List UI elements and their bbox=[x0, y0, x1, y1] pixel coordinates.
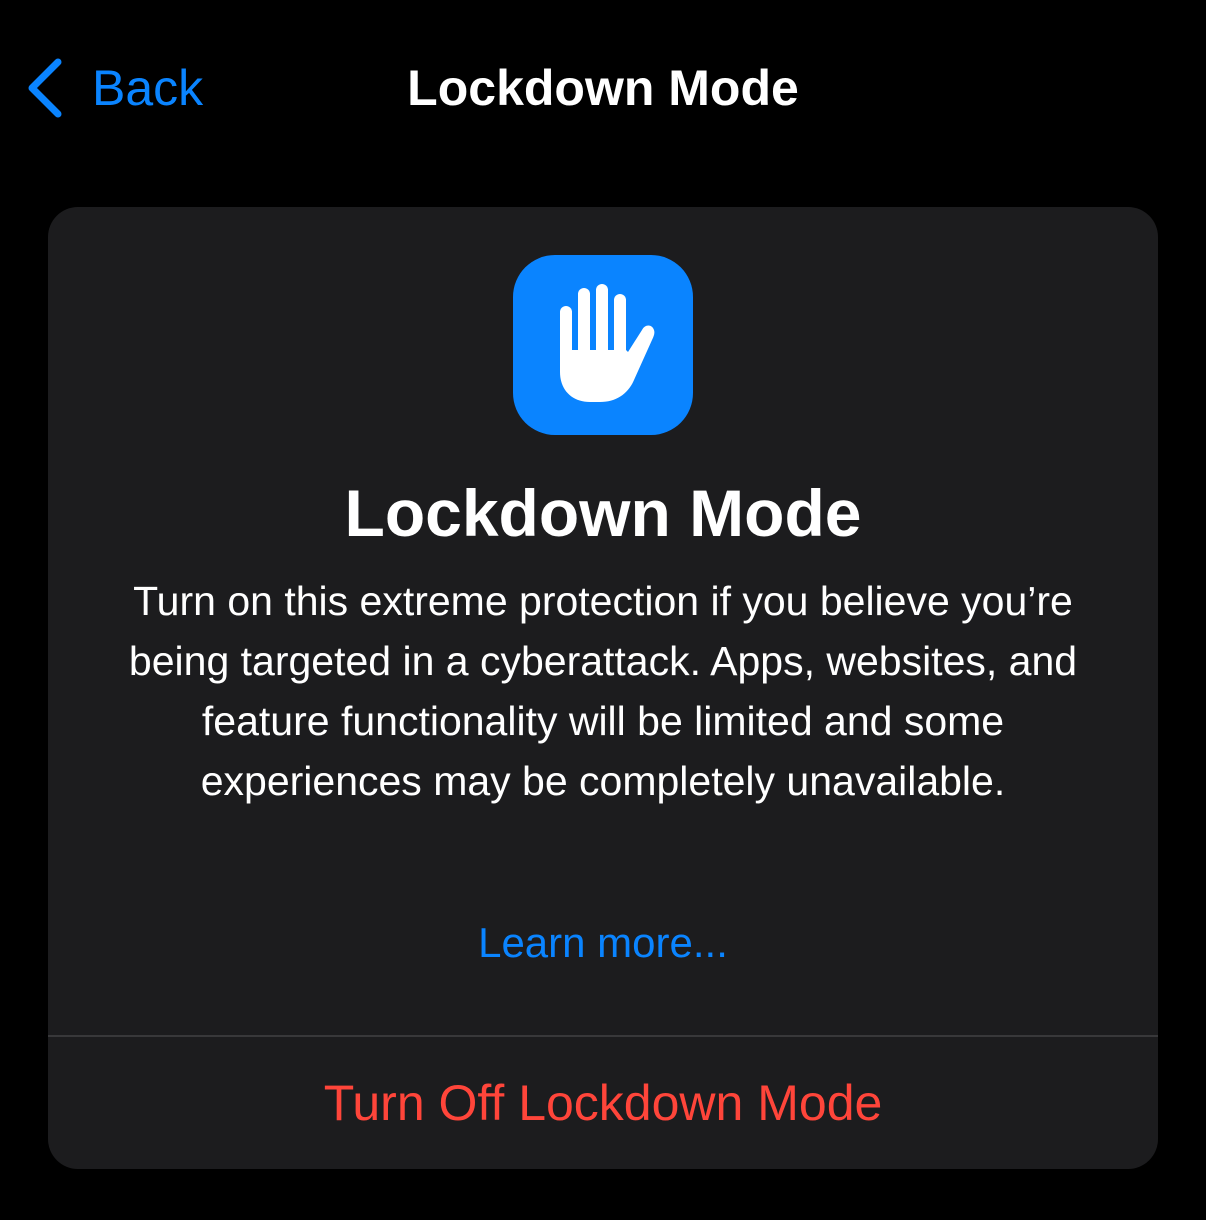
turn-off-lockdown-button[interactable]: Turn Off Lockdown Mode bbox=[48, 1037, 1158, 1169]
lockdown-mode-card: Lockdown Mode Turn on this extreme prote… bbox=[48, 207, 1158, 1169]
hand-raised-icon bbox=[560, 284, 655, 402]
navigation-bar: Back Lockdown Mode bbox=[0, 0, 1206, 180]
page-title: Lockdown Mode bbox=[407, 60, 799, 116]
lockdown-app-icon bbox=[513, 255, 693, 435]
card-title: Lockdown Mode bbox=[344, 476, 862, 550]
learn-more-link[interactable]: Learn more... bbox=[48, 913, 1158, 973]
lockdown-description: Turn on this extreme protection if you b… bbox=[128, 578, 1078, 804]
